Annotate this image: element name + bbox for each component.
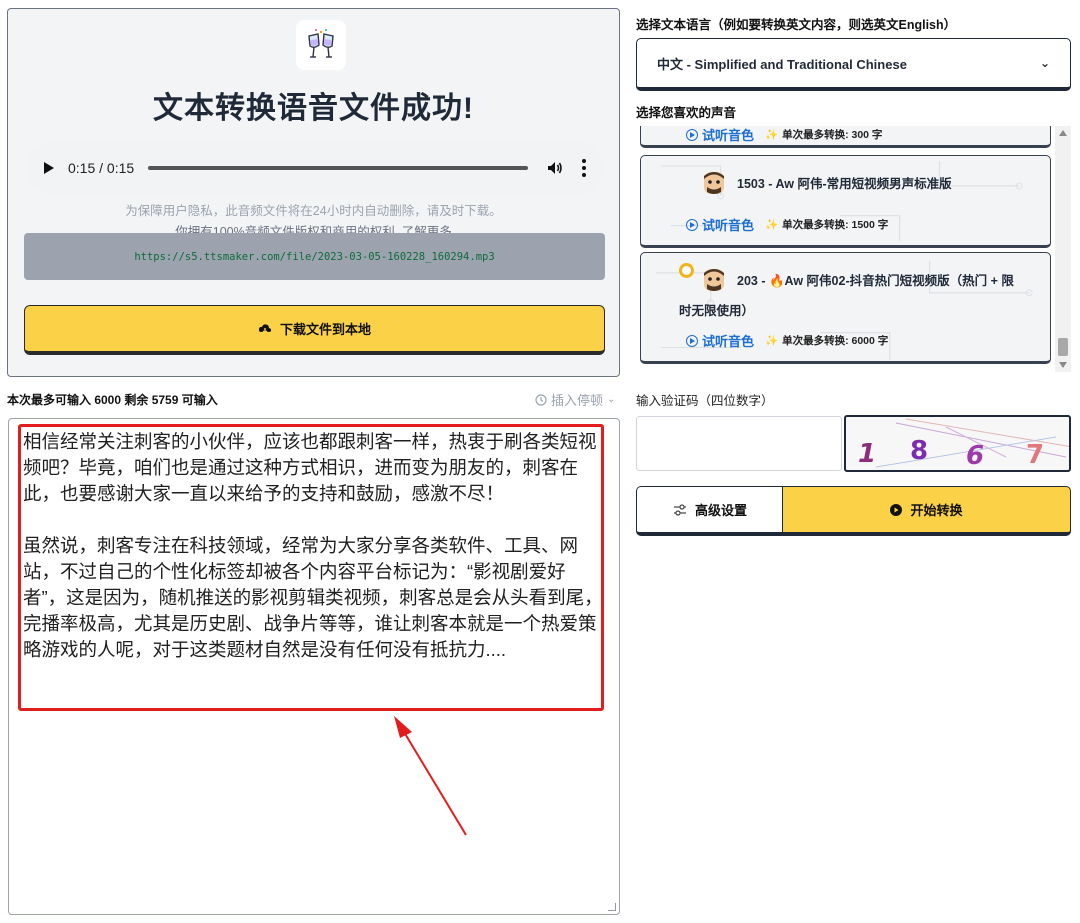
- play-circle-icon: [686, 128, 698, 141]
- language-selected: 中文 - Simplified and Traditional Chinese: [657, 56, 907, 72]
- fire-icon: 🔥: [768, 274, 785, 288]
- resize-handle-icon[interactable]: [608, 903, 616, 911]
- sparkle-icon: ✨: [765, 335, 779, 347]
- voice-name: 203 - 🔥Aw 阿伟02-抖音热门短视频版（热门 + 限: [737, 274, 1014, 288]
- chevron-down-icon: ⌄: [607, 394, 616, 405]
- input-limit-info: 本次最多可输入 6000 剩余 5759 可输入: [7, 393, 218, 407]
- language-select[interactable]: 中文 - Simplified and Traditional Chinese …: [636, 38, 1071, 91]
- audio-time: 0:15 / 0:15: [68, 160, 135, 176]
- download-button[interactable]: 下载文件到本地: [24, 305, 605, 355]
- download-label: 下载文件到本地: [279, 322, 371, 337]
- scroll-up-icon[interactable]: [1059, 130, 1067, 136]
- text-input-content: 相信经常关注刺客的小伙伴，应该也都跟刺客一样，热衷于刷各类短视频吧？毕竟，咱们也…: [23, 429, 603, 689]
- start-convert-label: 开始转换: [910, 503, 963, 518]
- sparkle-icon: ✨: [765, 219, 779, 231]
- sliders-icon: [673, 503, 686, 516]
- chevron-down-icon: ⌄: [1039, 56, 1050, 70]
- max-chars: ✨ 单次最多转换: 1500 字: [765, 219, 889, 231]
- success-card: 文本转换语音文件成功! 0:15 / 0:15 为保障用户隐私，此音频文件将在2…: [7, 8, 620, 377]
- listen-button[interactable]: 试听音色: [686, 215, 754, 234]
- voice-card-203[interactable]: 203 - 🔥Aw 阿伟02-抖音热门短视频版（热门 + 限 时无限使用） 试听…: [640, 252, 1051, 364]
- captcha-digit: 8: [910, 436, 928, 466]
- voice-name-continued: 时无限使用）: [679, 304, 755, 318]
- text-paragraph-2: 虽然说，刺客专注在科技领域，经常为大家分享各类软件、工具、网站，不过自己的个性化…: [23, 535, 603, 660]
- language-label: 选择文本语言（例如要转换英文内容，则选英文English）: [636, 18, 957, 32]
- captcha-graphic: 1 8 6 7: [858, 418, 1069, 471]
- captcha-label: 输入验证码（四位数字）: [636, 394, 774, 408]
- voice-list-scrollbar[interactable]: [1055, 126, 1071, 372]
- play-circle-icon: [686, 218, 698, 231]
- audio-progress-bar[interactable]: [148, 166, 528, 170]
- clock-icon: [535, 393, 547, 406]
- file-url-box[interactable]: https://s5.ttsmaker.com/file/2023-03-05-…: [24, 233, 605, 280]
- captcha-digit: 7: [1026, 440, 1044, 470]
- text-paragraph-1: 相信经常关注刺客的小伙伴，应该也都跟刺客一样，热衷于刷各类短视频吧？毕竟，咱们也…: [23, 431, 597, 504]
- captcha-digit: 1: [858, 439, 876, 469]
- max-chars: ✨ 单次最多转换: 300 字: [765, 129, 883, 141]
- voice-card-1503[interactable]: 1503 - Aw 阿伟-常用短视频男声标准版 试听音色 ✨ 单次最多转换: 1…: [640, 155, 1051, 248]
- more-options-icon[interactable]: [582, 159, 586, 177]
- play-icon[interactable]: [44, 162, 54, 174]
- captcha-digit: 6: [966, 441, 984, 471]
- red-arrow-annotation: [394, 716, 467, 836]
- voice-label: 选择您喜欢的声音: [636, 106, 737, 120]
- captcha-input[interactable]: [636, 416, 842, 471]
- file-url[interactable]: https://s5.ttsmaker.com/file/2023-03-05-…: [134, 251, 494, 263]
- privacy-note: 为保障用户隐私，此音频文件将在24小时内自动删除，请及时下载。: [125, 204, 502, 218]
- success-title: 文本转换语音文件成功!: [153, 92, 474, 125]
- sparkle-icon: ✨: [765, 129, 779, 141]
- cloud-download-icon: [258, 323, 272, 334]
- text-input[interactable]: 相信经常关注刺客的小伙伴，应该也都跟刺客一样，热衷于刷各类短视频吧？毕竟，咱们也…: [8, 418, 620, 915]
- start-convert-button[interactable]: 开始转换: [782, 486, 1071, 536]
- scroll-down-icon[interactable]: [1059, 362, 1067, 368]
- advanced-settings-button[interactable]: 高级设置: [636, 486, 783, 536]
- voice-card-partial[interactable]: 试听音色 ✨ 单次最多转换: 300 字: [640, 126, 1051, 148]
- avatar-icon: [704, 269, 724, 291]
- insert-pause-dropdown[interactable]: 插入停顿 ⌄: [535, 390, 615, 409]
- advanced-settings-label: 高级设置: [694, 503, 747, 518]
- voice-list[interactable]: 试听音色 ✨ 单次最多转换: 300 字 1503 - Aw 阿伟-常用短视频男…: [636, 126, 1071, 372]
- audio-player[interactable]: 0:15 / 0:15: [26, 141, 604, 195]
- insert-pause-label: 插入停顿: [551, 393, 604, 408]
- listen-button[interactable]: 试听音色: [686, 331, 754, 350]
- max-chars: ✨ 单次最多转换: 6000 字: [765, 335, 889, 347]
- listen-button[interactable]: 试听音色: [686, 126, 754, 144]
- voice-name: 1503 - Aw 阿伟-常用短视频男声标准版: [737, 177, 952, 191]
- scroll-thumb[interactable]: [1058, 338, 1068, 356]
- avatar-icon: [704, 172, 724, 194]
- play-circle-icon: [890, 503, 903, 516]
- play-circle-icon: [686, 334, 698, 347]
- captcha-image[interactable]: 1 8 6 7: [844, 415, 1071, 472]
- radio-selected-icon[interactable]: [679, 263, 694, 278]
- cheers-logo-icon: [296, 20, 346, 70]
- volume-icon[interactable]: [546, 159, 564, 177]
